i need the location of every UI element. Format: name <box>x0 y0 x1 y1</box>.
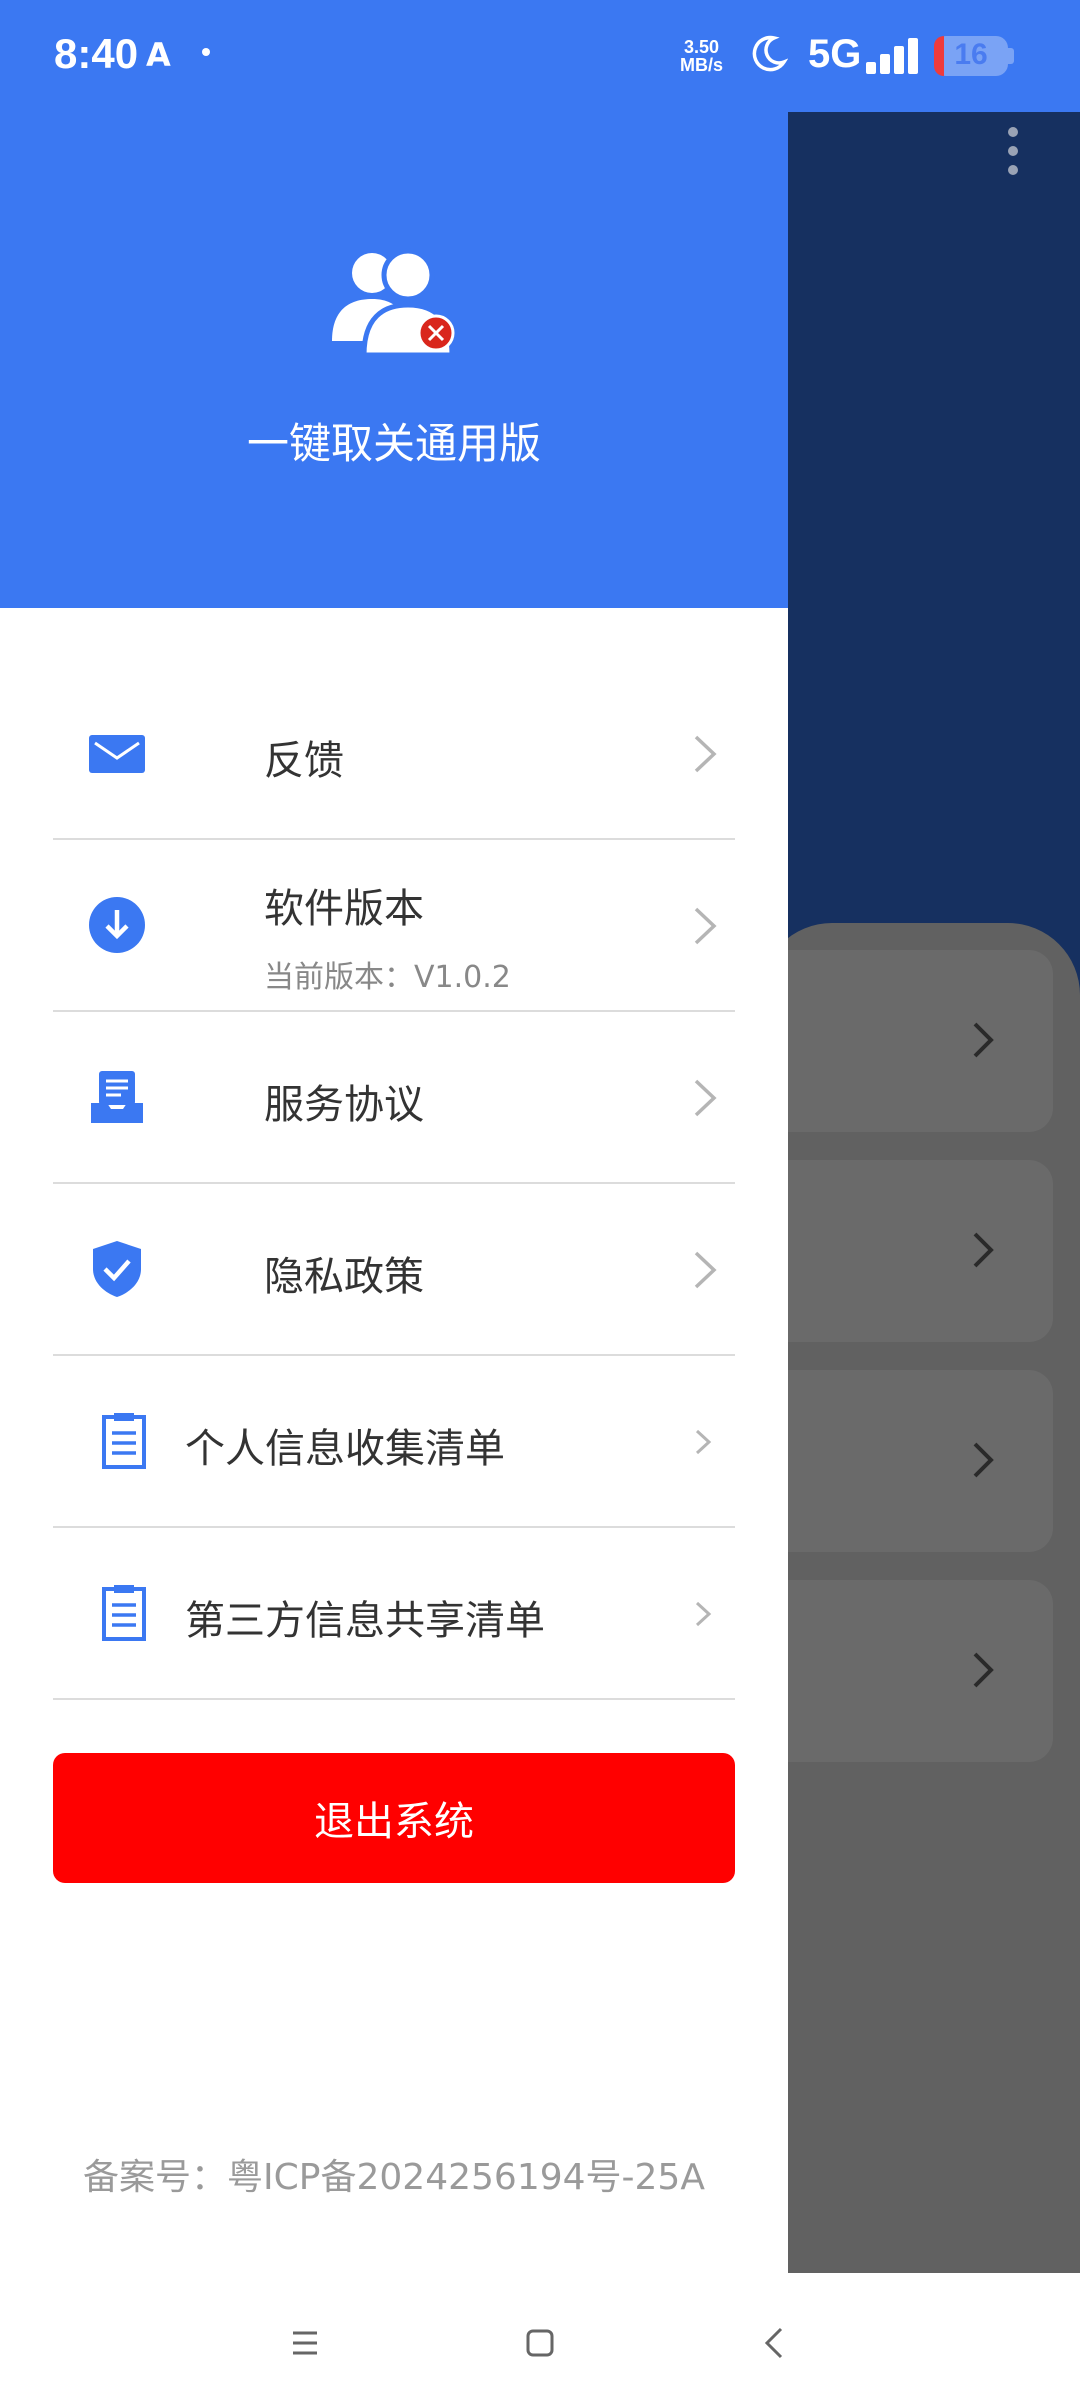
background-card[interactable] <box>765 1370 1053 1552</box>
system-navigation-bar <box>0 2273 1080 2400</box>
network-speed-value: 3.50 <box>683 37 720 57</box>
chevron-right-icon <box>694 1079 717 1117</box>
menu-item-label: 软件版本 <box>264 886 424 932</box>
menu-item-third-party-sharing-list[interactable]: 第三方信息共享清单 <box>53 1528 735 1700</box>
battery-level: 16 <box>954 38 988 71</box>
background-card[interactable] <box>765 1580 1053 1762</box>
shield-check-icon <box>93 1241 141 1297</box>
menu-icon[interactable] <box>275 2313 335 2373</box>
logout-button[interactable]: 退出系统 <box>53 1753 735 1883</box>
app-name: 一键取关通用版 <box>246 419 541 468</box>
home-icon[interactable] <box>510 2313 570 2373</box>
chevron-right-icon <box>973 1232 994 1268</box>
battery-icon: 16 <box>934 36 1008 76</box>
chevron-right-icon <box>695 1429 712 1455</box>
menu-item-label: 隐私政策 <box>264 1254 424 1300</box>
chevron-right-icon <box>973 1652 994 1688</box>
navigation-drawer: 一键取关通用版 反馈 软件版本 当前版本：V1.0.2 服务协议 隐私政策 个人… <box>0 0 788 2273</box>
mail-icon <box>89 735 145 773</box>
menu-item-feedback[interactable]: 反馈 <box>53 668 735 840</box>
icp-record-number: 备案号：粤ICP备2024256194号-25A <box>83 2157 705 2198</box>
moon-icon <box>752 35 788 72</box>
menu-item-personal-info-list[interactable]: 个人信息收集清单 <box>53 1356 735 1528</box>
current-version-label: 当前版本：V1.0.2 <box>264 960 511 995</box>
chevron-right-icon <box>695 1601 712 1627</box>
chevron-right-icon <box>694 735 717 773</box>
menu-item-privacy-policy[interactable]: 隐私政策 <box>53 1184 735 1356</box>
menu-item-label: 个人信息收集清单 <box>185 1426 505 1472</box>
background-card[interactable] <box>765 950 1053 1132</box>
network-type: 5G <box>808 32 862 76</box>
menu-item-label: 第三方信息共享清单 <box>185 1598 545 1644</box>
drawer-menu: 反馈 软件版本 当前版本：V1.0.2 服务协议 隐私政策 个人信息收集清单 第… <box>53 668 735 1700</box>
menu-item-software-version[interactable]: 软件版本 当前版本：V1.0.2 <box>53 840 735 1012</box>
notification-dot-icon <box>202 48 210 56</box>
network-speed-unit: MB/s <box>680 55 724 75</box>
chevron-right-icon <box>694 1251 717 1289</box>
chevron-right-icon <box>694 907 717 945</box>
chevron-right-icon <box>973 1442 994 1478</box>
status-bar: 8:40 A 3.50 MB/s 5G 16 <box>0 0 1080 112</box>
back-icon[interactable] <box>745 2313 805 2373</box>
clipboard-list-icon <box>102 1413 146 1469</box>
background-card[interactable] <box>765 1160 1053 1342</box>
menu-item-service-agreement[interactable]: 服务协议 <box>53 1012 735 1184</box>
signal-strength-icon <box>866 38 918 74</box>
menu-item-label: 反馈 <box>264 738 344 784</box>
status-time: 8:40 <box>54 30 139 77</box>
clipboard-list-icon <box>102 1585 146 1641</box>
download-icon <box>89 897 145 953</box>
accessibility-icon: A <box>146 36 171 74</box>
more-options-icon[interactable] <box>1003 127 1023 175</box>
users-remove-icon <box>332 248 455 355</box>
chevron-right-icon <box>973 1022 994 1058</box>
network-speed: 3.50 MB/s <box>680 38 723 74</box>
battery-tip <box>1008 48 1014 64</box>
document-tray-icon <box>91 1071 143 1123</box>
menu-item-label: 服务协议 <box>264 1082 424 1128</box>
